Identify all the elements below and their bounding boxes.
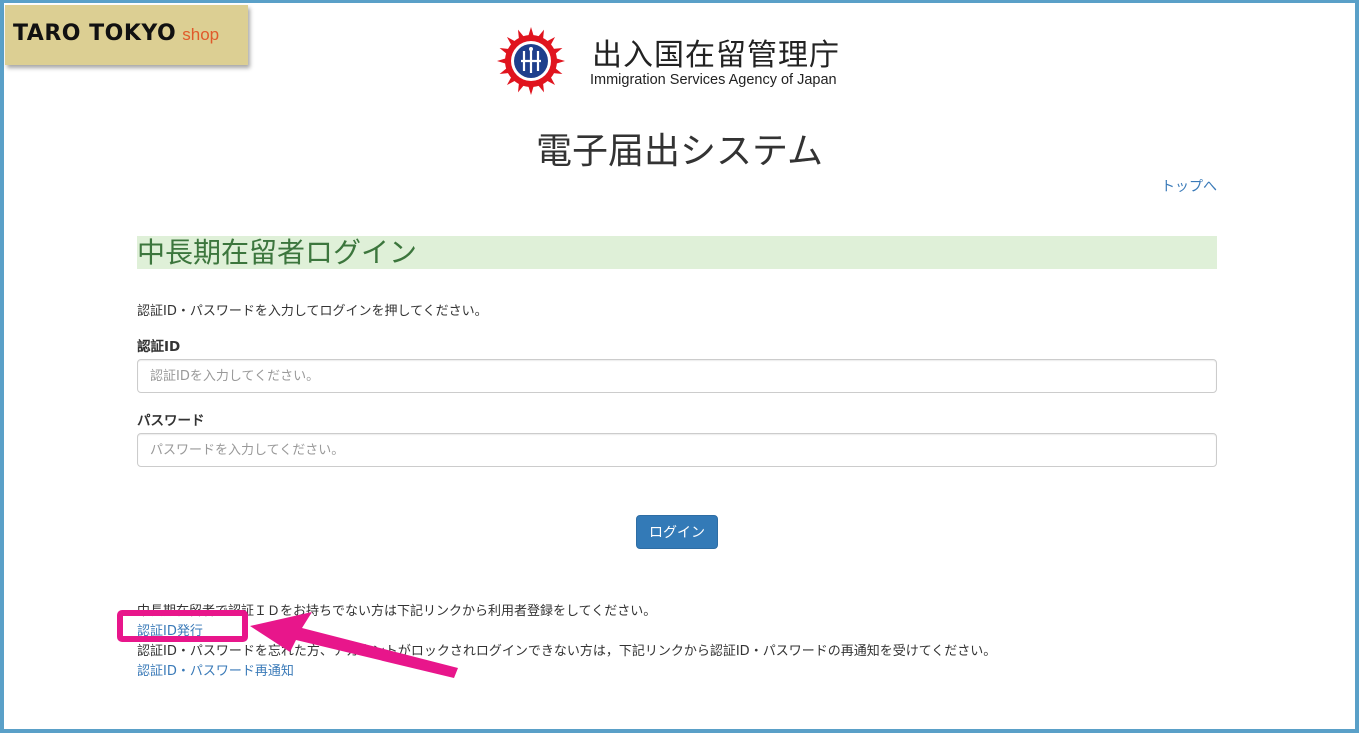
password-input[interactable]	[137, 433, 1217, 467]
login-instruction: 認証ID・パスワードを入力してログインを押してください。	[137, 304, 488, 319]
immigration-agency-emblem-icon	[497, 27, 565, 95]
shop-watermark-badge: TARO TOKYO shop	[5, 5, 248, 65]
password-label: パスワード	[137, 413, 205, 429]
annotation-arrow-icon	[250, 612, 458, 678]
auth-id-input[interactable]	[137, 359, 1217, 393]
annotation-highlight-box	[117, 610, 248, 642]
auth-id-label: 認証ID	[137, 339, 181, 355]
agency-name-english: Immigration Services Agency of Japan	[590, 72, 837, 88]
shop-brand-text: TARO TOKYO	[13, 21, 177, 46]
page-title: 電子届出システム	[536, 131, 823, 172]
shop-suffix-text: shop	[182, 25, 220, 44]
site-header: 出入国在留管理庁 Immigration Services Agency of …	[496, 26, 896, 98]
login-button[interactable]: ログイン	[636, 515, 718, 549]
login-section-heading: 中長期在留者ログイン	[137, 236, 1217, 269]
agency-name: 出入国在留管理庁	[592, 38, 840, 73]
top-page-link[interactable]: トップへ	[1161, 176, 1217, 196]
